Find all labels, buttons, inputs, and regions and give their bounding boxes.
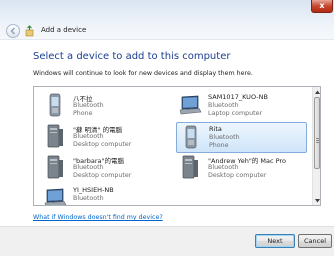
device-connection: Bluetooth xyxy=(73,133,104,140)
back-arrow-icon xyxy=(10,27,15,35)
device-item[interactable]: SAM1017_KUO-NB Bluetooth Laptop computer xyxy=(176,91,307,122)
phone-icon xyxy=(179,125,203,149)
device-item[interactable]: 八不拉 Bluetooth Phone xyxy=(41,91,172,122)
device-connection: Bluetooth xyxy=(73,195,104,202)
grip-icon xyxy=(316,138,319,143)
device-name: SAM1017_KUO-NB xyxy=(208,93,268,101)
close-icon: x xyxy=(319,1,325,10)
device-category: Laptop computer xyxy=(208,110,263,117)
phone-icon xyxy=(43,93,67,117)
desktop-icon xyxy=(178,155,202,179)
device-name: YI_HSIEH-NB xyxy=(73,186,114,194)
window-title: Add a device xyxy=(41,26,87,34)
device-category: Desktop computer xyxy=(73,172,132,179)
title-bar: Add a device x xyxy=(0,0,334,40)
device-item-selected[interactable]: Rita Bluetooth Phone xyxy=(176,122,307,153)
info-text: Windows will continue to look for new de… xyxy=(33,70,253,77)
next-button[interactable]: Next xyxy=(255,234,295,248)
device-connection: Bluetooth xyxy=(73,102,104,109)
close-button[interactable]: x xyxy=(311,0,333,13)
device-item[interactable]: "barbara"的電腦 Bluetooth Desktop computer xyxy=(41,153,172,184)
device-connection: Bluetooth xyxy=(73,164,104,171)
add-device-icon xyxy=(25,25,34,37)
device-category: Phone xyxy=(209,142,229,149)
cancel-button[interactable]: Cancel xyxy=(298,234,332,248)
desktop-icon xyxy=(43,124,67,148)
scroll-thumb[interactable] xyxy=(314,97,320,169)
desktop-icon xyxy=(43,155,67,179)
laptop-icon xyxy=(178,93,202,117)
device-list[interactable]: 八不拉 Bluetooth Phone SAM1017_KUO-NB Bluet… xyxy=(33,86,321,206)
scroll-down-button[interactable] xyxy=(313,196,320,205)
device-category: Desktop computer xyxy=(73,141,132,148)
device-item[interactable]: YI_HSIEH-NB Bluetooth xyxy=(41,184,172,205)
help-link[interactable]: What if Windows doesn't find my device? xyxy=(33,214,163,221)
device-item[interactable]: "Andrew Yeh"的 Mac Pro Bluetooth Desktop … xyxy=(176,153,307,184)
vertical-scrollbar[interactable] xyxy=(312,87,320,205)
device-category: Desktop computer xyxy=(208,172,267,179)
add-device-window: Add a device x Select a device to add to… xyxy=(0,0,334,256)
device-connection: Bluetooth xyxy=(208,164,239,171)
device-item[interactable]: "蘇 明清" 的電腦 Bluetooth Desktop computer xyxy=(41,122,172,153)
back-button[interactable] xyxy=(6,24,20,38)
device-connection: Bluetooth xyxy=(208,102,239,109)
chevron-up-icon xyxy=(314,90,320,94)
device-grid: 八不拉 Bluetooth Phone SAM1017_KUO-NB Bluet… xyxy=(34,87,312,205)
device-category: Phone xyxy=(73,110,93,117)
device-name: Rita xyxy=(209,125,222,133)
page-heading: Select a device to add to this computer xyxy=(33,51,231,62)
device-connection: Bluetooth xyxy=(209,134,240,141)
scroll-up-button[interactable] xyxy=(313,87,320,96)
laptop-icon xyxy=(43,186,67,205)
chevron-down-icon xyxy=(314,198,320,202)
